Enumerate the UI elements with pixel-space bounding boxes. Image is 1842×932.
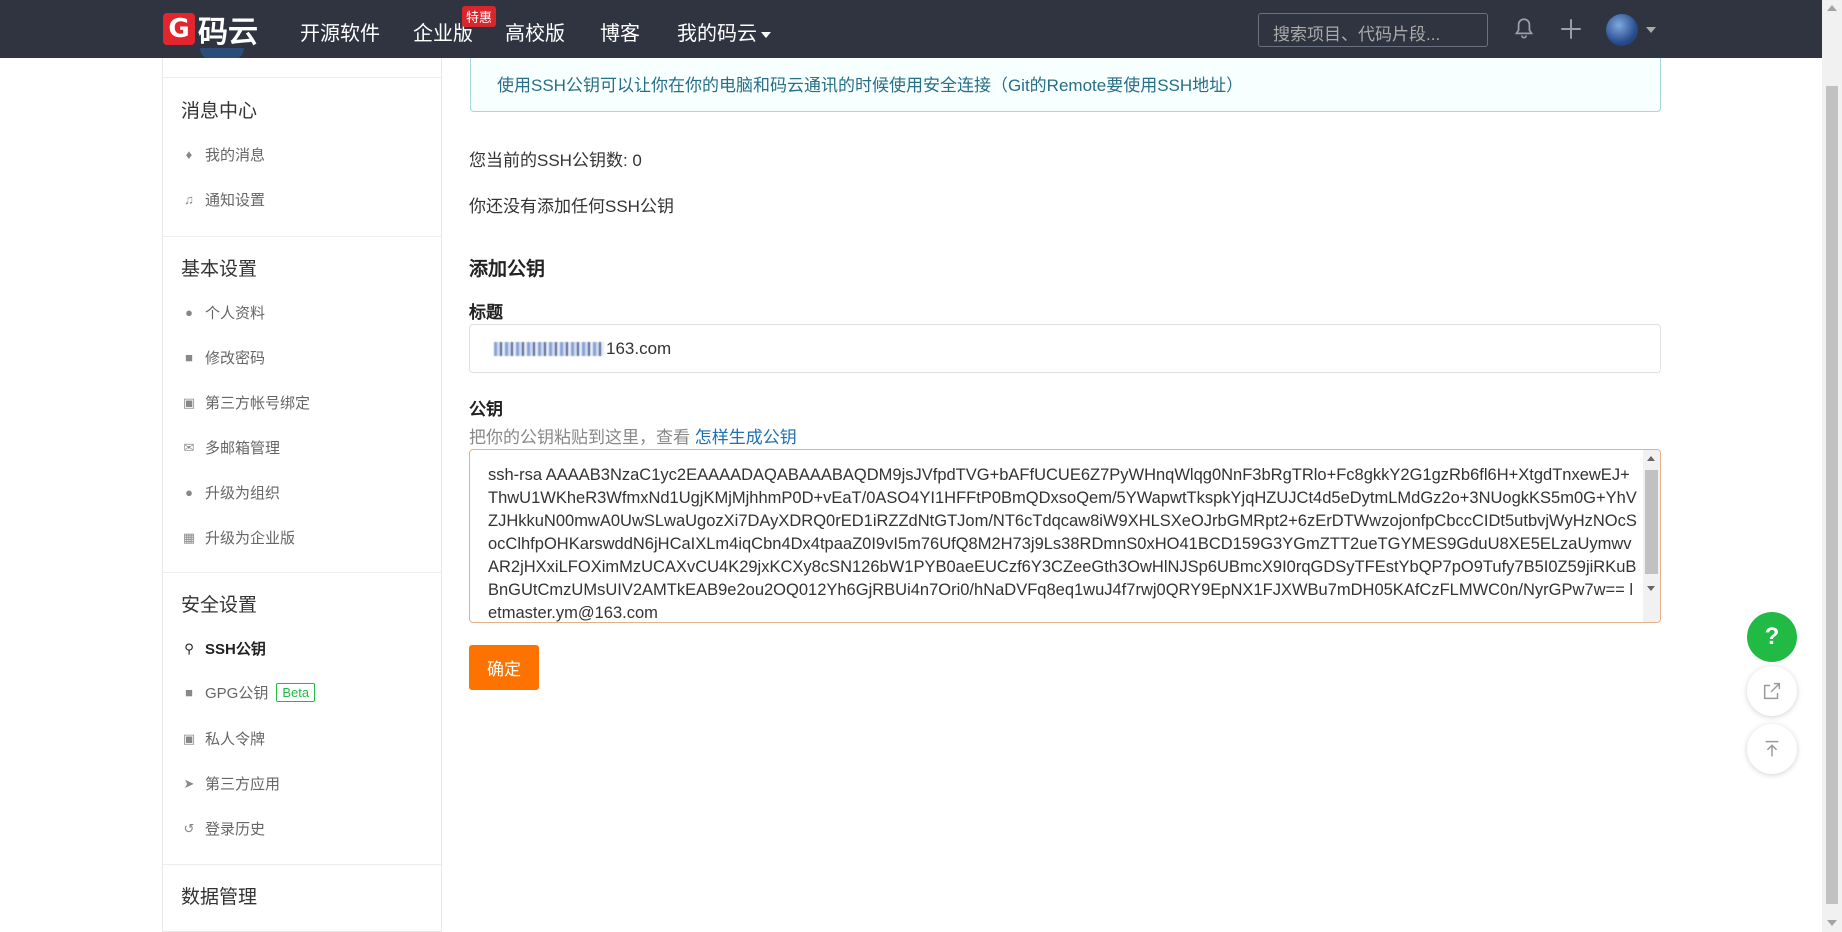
add-key-heading: 添加公钥 (469, 259, 546, 280)
sidebar-item-upgrade-org[interactable]: ● 升级为组织 (181, 482, 280, 503)
unlock-icon: ■ (185, 350, 193, 365)
sidebar-item-upgrade-enterprise[interactable]: ▦ 升级为企业版 (181, 527, 295, 548)
logo-text: 码云 (198, 15, 258, 50)
lock-icon: ■ (185, 685, 193, 700)
user-icon: ● (185, 305, 193, 320)
sidebar-item-ssh-keys[interactable]: ⚲ SSH公钥 (181, 638, 266, 659)
rocket-icon: ➤ (183, 775, 195, 791)
title-label: 标题 (469, 303, 503, 322)
nav-university[interactable]: 高校版 (505, 17, 565, 46)
submit-button[interactable]: 确定 (469, 645, 539, 690)
public-key-value: ssh-rsa AAAAB3NzaC1yc2EAAAADAQABAAABAQDM… (488, 466, 1637, 622)
help-button[interactable]: ? (1747, 612, 1797, 662)
arrow-up-icon (1765, 740, 1779, 757)
nav-my-gitee-label: 我的码云 (677, 23, 757, 45)
gitee-logo[interactable]: G 码云 (163, 13, 258, 50)
info-text: 使用SSH公钥可以让你在你的电脑和码云通讯的时候使用安全连接（Git的Remot… (497, 76, 1244, 95)
nav-open-source[interactable]: 开源软件 (300, 17, 380, 46)
sidebar-item-label: 第三方应用 (205, 776, 281, 793)
avatar-chevron-down-icon[interactable] (1646, 27, 1656, 33)
sidebar-item-label: 个人资料 (205, 305, 266, 322)
top-navbar: G 码云 开源软件 企业版 特惠 高校版 博客 我的码云 搜索项目、代码片段..… (0, 0, 1822, 58)
history-icon: ↺ (183, 820, 195, 836)
sidebar-item-label: GPG公钥 (205, 685, 269, 702)
public-key-hint: 把你的公钥粘贴到这里，查看 怎样生成公钥 (469, 423, 797, 448)
sidebar-item-label: 我的消息 (205, 147, 266, 164)
settings-sidebar: 消息中心 ♦ 我的消息 ♫ 通知设置 基本设置 ● 个人资料 ■ 修改密码 ▣ 第三方帐号… (162, 58, 442, 932)
public-key-textarea[interactable]: ssh-rsa AAAAB3NzaC1yc2EAAAADAQABAAABAQDM… (469, 449, 1661, 623)
sidebar-item-third-party-binding[interactable]: ▣ 第三方帐号绑定 (181, 392, 310, 413)
scroll-thumb[interactable] (1645, 470, 1658, 574)
title-field[interactable]: 163.com (469, 324, 1661, 373)
nav-my-gitee[interactable]: 我的码云 (677, 17, 771, 46)
plus-icon[interactable] (1558, 16, 1584, 42)
sidebar-item-email-management[interactable]: ✉ 多邮箱管理 (181, 437, 280, 458)
user-avatar[interactable] (1606, 14, 1638, 46)
bell-icon: ♦ (185, 147, 193, 162)
back-to-top-button[interactable] (1747, 724, 1797, 774)
nav-blog[interactable]: 博客 (600, 17, 640, 46)
scroll-down-icon[interactable] (1647, 586, 1655, 591)
sidebar-item-label: 多邮箱管理 (205, 440, 281, 457)
sidebar-item-third-party-apps[interactable]: ➤ 第三方应用 (181, 773, 280, 794)
textarea-scrollbar[interactable] (1643, 450, 1660, 622)
scroll-down-icon[interactable] (1827, 920, 1837, 926)
share-button[interactable] (1747, 666, 1797, 716)
sidebar-item-label: 升级为企业版 (205, 530, 296, 547)
building-icon: ▦ (182, 529, 196, 545)
sidebar-item-label: 通知设置 (205, 192, 266, 209)
section-basic-settings: 基本设置 (181, 259, 258, 280)
sidebar-item-change-password[interactable]: ■ 修改密码 (181, 347, 265, 368)
sidebar-item-label: 升级为组织 (205, 485, 281, 502)
title-field-value: 163.com (606, 338, 672, 358)
scroll-up-icon[interactable] (1827, 5, 1837, 11)
sidebar-item-label: SSH公钥 (205, 641, 266, 658)
sidebar-item-profile[interactable]: ● 个人资料 (181, 302, 265, 323)
mail-icon: ✉ (183, 439, 195, 455)
public-key-label: 公钥 (469, 400, 503, 419)
section-security-settings: 安全设置 (181, 595, 258, 616)
sidebar-item-login-history[interactable]: ↺ 登录历史 (181, 818, 265, 839)
divider (163, 864, 441, 865)
sidebar-item-my-messages[interactable]: ♦ 我的消息 (181, 144, 265, 165)
sidebar-item-notification-settings[interactable]: ♫ 通知设置 (181, 189, 265, 210)
share-icon (1763, 682, 1781, 700)
sidebar-item-private-tokens[interactable]: ▣ 私人令牌 (181, 728, 265, 749)
no-keys-message: 你还没有添加任何SSH公钥 (469, 197, 674, 216)
section-data-management: 数据管理 (181, 887, 258, 908)
bell-icon[interactable] (1511, 16, 1537, 42)
sidebar-item-label: 修改密码 (205, 350, 266, 367)
sidebar-item-label: 第三方帐号绑定 (205, 395, 311, 412)
beta-badge: Beta (276, 683, 316, 702)
chevron-down-icon (761, 31, 771, 38)
scroll-up-icon[interactable] (1647, 456, 1655, 461)
search-input[interactable]: 搜索项目、代码片段... (1258, 13, 1488, 47)
hint-text: 把你的公钥粘贴到这里，查看 (469, 428, 690, 447)
volume-icon: ♫ (184, 192, 194, 207)
group-icon: ● (185, 485, 193, 500)
lock-alt-icon: ▣ (182, 730, 196, 746)
contact-icon: ▣ (182, 394, 196, 410)
section-message-center: 消息中心 (181, 101, 258, 122)
logo-icon: G (163, 13, 195, 45)
enterprise-promo-badge: 特惠 (462, 6, 497, 27)
divider (163, 77, 441, 78)
info-message: 使用SSH公钥可以让你在你的电脑和码云通讯的时候使用安全连接（Git的Remot… (470, 58, 1661, 112)
scroll-thumb[interactable] (1826, 86, 1838, 904)
key-icon: ⚲ (184, 640, 194, 656)
how-to-generate-key-link[interactable]: 怎样生成公钥 (695, 428, 797, 447)
sidebar-item-label: 私人令牌 (205, 731, 266, 748)
divider (163, 236, 441, 237)
page-scrollbar[interactable] (1822, 0, 1842, 932)
redacted-text (494, 341, 604, 356)
divider (163, 572, 441, 573)
ssh-key-count: 您当前的SSH公钥数: 0 (469, 151, 642, 170)
sidebar-item-label: 登录历史 (205, 821, 266, 838)
sidebar-item-gpg-keys[interactable]: ■ GPG公钥 Beta (181, 682, 316, 703)
